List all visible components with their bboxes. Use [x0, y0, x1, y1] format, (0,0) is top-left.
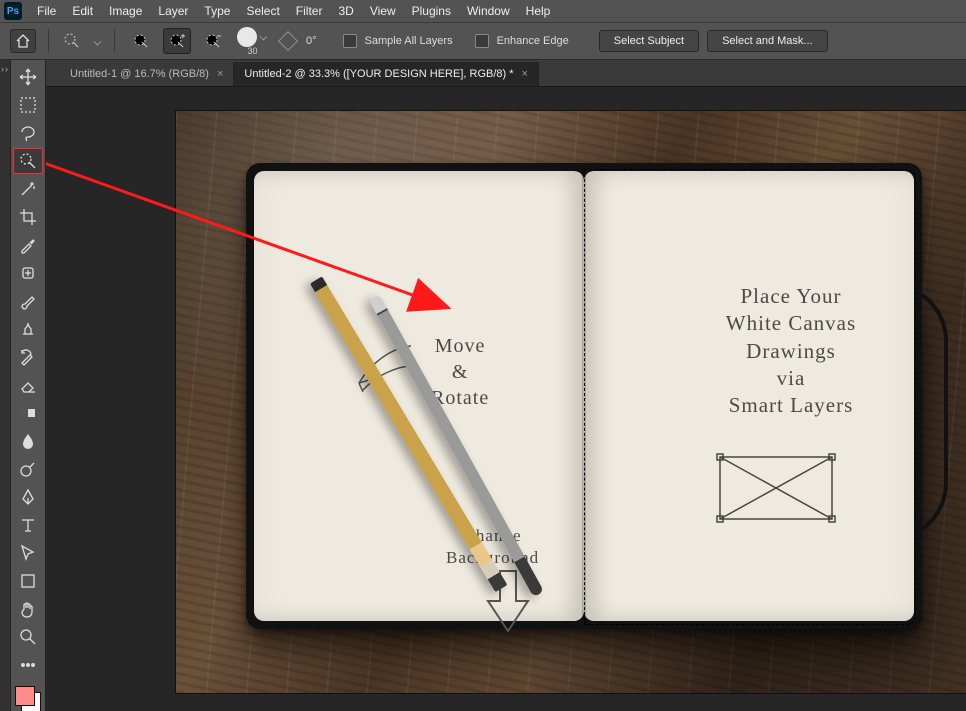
menu-plugins[interactable]: Plugins [405, 2, 458, 20]
edit-toolbar[interactable] [13, 652, 43, 678]
pen-tool[interactable] [13, 484, 43, 510]
marquee-tool[interactable] [13, 92, 43, 118]
add-to-selection-button[interactable] [163, 28, 191, 54]
chevron-down-icon [260, 33, 268, 41]
document-tab-2[interactable]: Untitled-2 @ 33.3% ([YOUR DESIGN HERE], … [234, 62, 539, 86]
panel-gutter[interactable]: ›› [0, 60, 11, 711]
shape-tool[interactable] [13, 568, 43, 594]
history-brush-tool[interactable] [13, 344, 43, 370]
gradient-tool[interactable] [13, 400, 43, 426]
blur-tool[interactable] [13, 428, 43, 454]
separator [48, 29, 49, 53]
enhance-edge-checkbox[interactable] [475, 34, 489, 48]
toolbar [11, 60, 46, 711]
menu-layer[interactable]: Layer [151, 2, 195, 20]
menu-type[interactable]: Type [197, 2, 237, 20]
quick-selection-icon [63, 32, 81, 50]
enhance-edge-label: Enhance Edge [497, 35, 569, 47]
menu-view[interactable]: View [363, 2, 403, 20]
brush-angle-value[interactable]: 0° [306, 35, 317, 47]
menu-window[interactable]: Window [460, 2, 517, 20]
close-tab-icon[interactable]: × [217, 68, 223, 80]
zoom-tool[interactable] [13, 624, 43, 650]
move-tool[interactable] [13, 64, 43, 90]
menu-filter[interactable]: Filter [289, 2, 330, 20]
menu-select[interactable]: Select [239, 2, 286, 20]
magic-wand-tool[interactable] [13, 176, 43, 202]
menu-file[interactable]: File [30, 2, 63, 20]
path-selection-tool[interactable] [13, 540, 43, 566]
menu-bar: Ps File Edit Image Layer Type Select Fil… [0, 0, 966, 22]
lasso-tool[interactable] [13, 120, 43, 146]
crop-tool[interactable] [13, 204, 43, 230]
home-button[interactable] [10, 29, 36, 53]
selection-new-icon [133, 33, 149, 49]
tab-label: Untitled-1 @ 16.7% (RGB/8) [70, 68, 209, 80]
menu-3d[interactable]: 3D [331, 2, 360, 20]
home-icon [15, 34, 31, 48]
subtract-from-selection-button[interactable] [199, 28, 227, 54]
active-selection [584, 169, 916, 625]
hand-tool[interactable] [13, 596, 43, 622]
type-tool[interactable] [13, 512, 43, 538]
close-tab-icon[interactable]: × [522, 68, 528, 80]
app-logo: Ps [4, 2, 22, 20]
foreground-color-swatch[interactable] [15, 686, 35, 706]
brush-tool[interactable] [13, 288, 43, 314]
sample-all-layers-checkbox[interactable] [343, 34, 357, 48]
color-swatches[interactable] [15, 686, 41, 711]
tab-label: Untitled-2 @ 33.3% ([YOUR DESIGN HERE], … [244, 68, 513, 80]
healing-brush-tool[interactable] [13, 260, 43, 286]
document-tab-1[interactable]: Untitled-1 @ 16.7% (RGB/8) × [60, 62, 234, 86]
brush-circle-icon [237, 27, 257, 47]
clone-stamp-tool[interactable] [13, 316, 43, 342]
tool-preset-picker[interactable] [61, 30, 83, 52]
selection-add-icon [169, 33, 185, 49]
menu-image[interactable]: Image [102, 2, 149, 20]
select-and-mask-button[interactable]: Select and Mask... [707, 30, 828, 52]
separator [114, 29, 115, 53]
quick-selection-tool[interactable] [13, 148, 43, 174]
select-subject-button[interactable]: Select Subject [599, 30, 699, 52]
dodge-tool[interactable] [13, 456, 43, 482]
document-area: Untitled-1 @ 16.7% (RGB/8) × Untitled-2 … [46, 60, 966, 711]
brush-size-picker[interactable]: 30 [237, 27, 268, 56]
document-tabs: Untitled-1 @ 16.7% (RGB/8) × Untitled-2 … [46, 60, 966, 87]
angle-icon[interactable] [278, 31, 298, 51]
eyedropper-tool[interactable] [13, 232, 43, 258]
new-selection-button[interactable] [127, 28, 155, 54]
selection-subtract-icon [205, 33, 221, 49]
left-page-text-move-rotate: Move & Rotate [431, 333, 489, 411]
chevron-down-icon[interactable] [94, 37, 102, 45]
workspace: ›› Untitled-1 @ 16.7% (RGB/8) [0, 60, 966, 711]
expand-icon: ›› [1, 64, 9, 74]
brush-size-value: 30 [247, 47, 257, 56]
menu-help[interactable]: Help [519, 2, 558, 20]
menu-edit[interactable]: Edit [65, 2, 100, 20]
canvas-viewport[interactable]: Move & Rotate Change Background Place Yo… [46, 87, 966, 711]
options-bar: 30 0° Sample All Layers Enhance Edge Sel… [0, 22, 966, 60]
sample-all-layers-label: Sample All Layers [365, 35, 453, 47]
canvas[interactable]: Move & Rotate Change Background Place Yo… [176, 111, 966, 693]
eraser-tool[interactable] [13, 372, 43, 398]
